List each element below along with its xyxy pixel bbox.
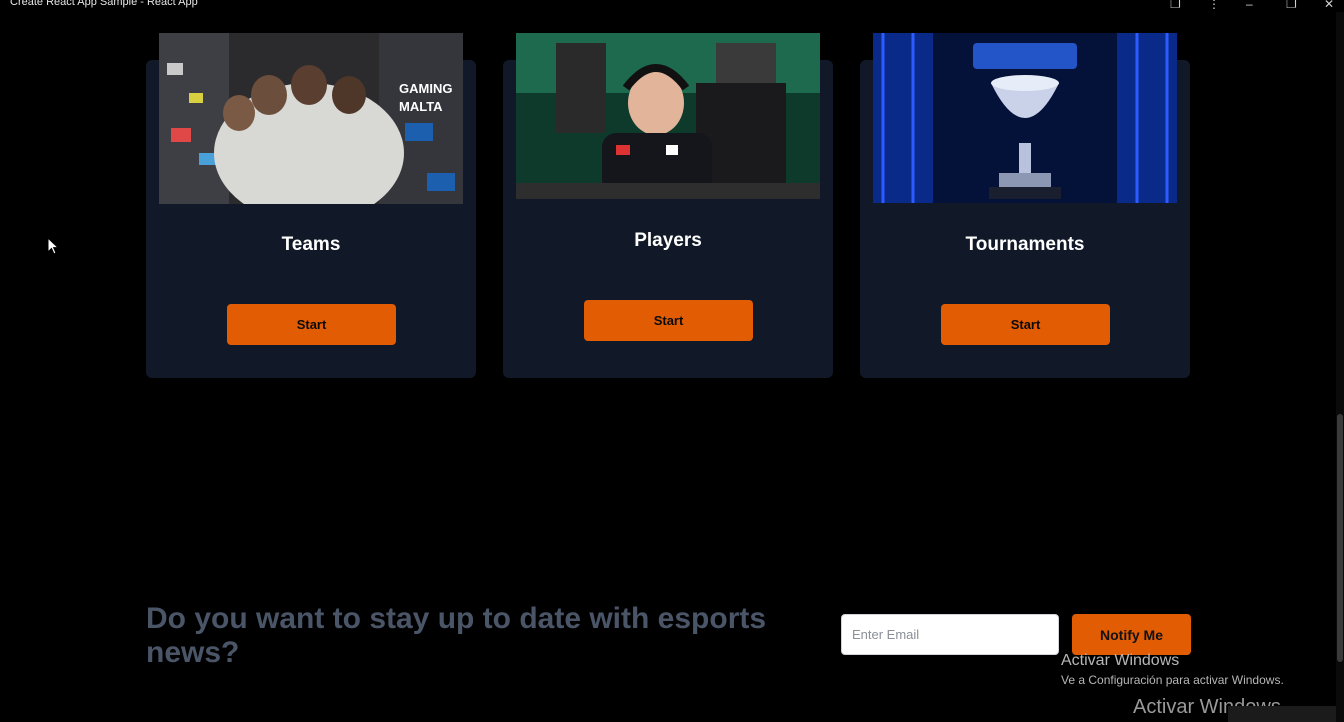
mouse-cursor-icon	[48, 238, 60, 255]
vertical-scrollbar[interactable]	[1336, 12, 1344, 722]
players-start-button[interactable]: Start	[584, 300, 753, 341]
card-tournaments: Tournaments Start	[860, 33, 1190, 378]
card-title: Teams	[281, 234, 341, 255]
close-icon[interactable]: ✕	[1324, 0, 1334, 10]
taskbar-fragment	[1228, 706, 1344, 722]
activation-watermark-text: Ve a Configuración para activar Windows.	[1061, 673, 1284, 687]
window-title: Create React App Sample - React App	[10, 0, 198, 8]
teams-start-button[interactable]: Start	[227, 304, 396, 345]
card-teams: GAMING MALTA Teams Start	[146, 33, 476, 378]
card-players: Players Start	[503, 33, 833, 378]
card-title: Tournaments	[965, 234, 1085, 255]
email-input[interactable]	[841, 614, 1059, 655]
window-titlebar: Create React App Sample - React App ❐ ⋮ …	[0, 0, 1344, 12]
newsletter-heading: Do you want to stay up to date with espo…	[146, 602, 767, 669]
svg-text:MALTA: MALTA	[399, 99, 443, 114]
activation-watermark-title: Activar Windows	[1061, 652, 1180, 669]
notify-me-button[interactable]: Notify Me	[1072, 614, 1191, 655]
svg-text:GAMING: GAMING	[399, 81, 452, 96]
scrollbar-thumb[interactable]	[1337, 414, 1343, 662]
card-title: Players	[634, 230, 702, 251]
more-options-icon[interactable]: ⋮	[1208, 0, 1220, 10]
restore-icon[interactable]: ❐	[1286, 0, 1297, 10]
minimize-icon[interactable]: –	[1246, 0, 1253, 10]
teams-image: GAMING MALTA	[159, 33, 463, 204]
tournaments-start-button[interactable]: Start	[941, 304, 1110, 345]
extension-icon[interactable]: ❐	[1170, 0, 1181, 10]
tournaments-image	[873, 33, 1177, 203]
players-image	[516, 33, 820, 199]
